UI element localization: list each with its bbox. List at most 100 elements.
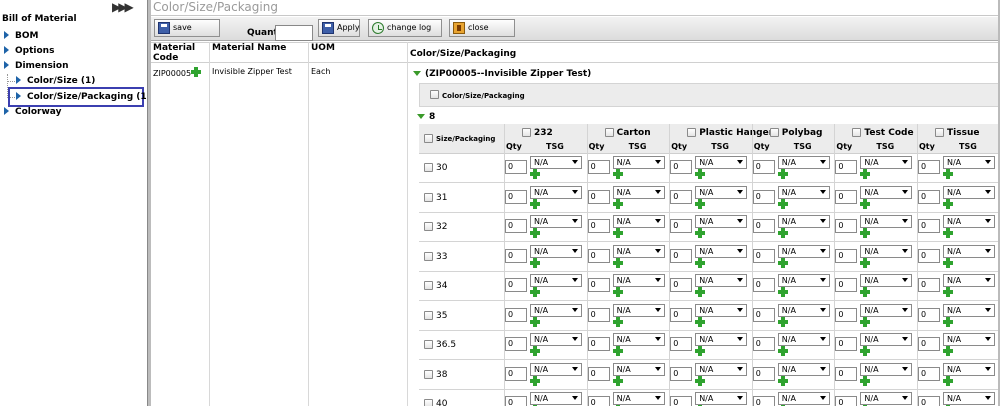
tsg-select[interactable]: N/A bbox=[612, 185, 665, 199]
add-plus-icon[interactable] bbox=[943, 316, 953, 327]
qty-input[interactable]: 0 bbox=[587, 396, 610, 406]
qty-input[interactable]: 0 bbox=[835, 278, 858, 292]
packaging-checkbox[interactable] bbox=[604, 128, 614, 137]
qty-input[interactable]: 0 bbox=[505, 337, 527, 351]
add-plus-icon[interactable] bbox=[530, 169, 540, 179]
tsg-select[interactable]: N/A bbox=[943, 156, 995, 169]
qty-input[interactable]: 0 bbox=[752, 307, 775, 322]
add-plus-icon[interactable] bbox=[860, 287, 871, 297]
qty-input[interactable]: 0 bbox=[587, 366, 610, 381]
add-plus-icon[interactable] bbox=[612, 228, 623, 238]
tsg-select[interactable]: N/A bbox=[612, 156, 665, 169]
qty-input[interactable]: 0 bbox=[918, 307, 940, 322]
packaging-checkbox[interactable] bbox=[687, 128, 697, 137]
add-plus-icon[interactable] bbox=[860, 316, 871, 327]
tsg-select[interactable]: N/A bbox=[943, 392, 995, 405]
tsg-select[interactable]: N/A bbox=[943, 274, 995, 287]
add-plus-icon[interactable] bbox=[695, 169, 706, 179]
add-plus-icon[interactable] bbox=[695, 375, 706, 386]
qty-input[interactable]: 0 bbox=[918, 219, 940, 233]
tsg-select[interactable]: N/A bbox=[860, 185, 913, 199]
qty-input[interactable]: 0 bbox=[670, 366, 693, 381]
tsg-select[interactable]: N/A bbox=[777, 303, 830, 317]
add-plus-icon[interactable] bbox=[612, 346, 623, 356]
tsg-select[interactable]: N/A bbox=[943, 215, 995, 228]
add-plus-icon[interactable] bbox=[191, 67, 202, 77]
tree-item-bom[interactable]: BOM bbox=[4, 29, 38, 43]
size-checkbox[interactable] bbox=[424, 251, 433, 261]
tsg-select[interactable]: N/A bbox=[612, 392, 665, 405]
qty-input[interactable]: 0 bbox=[505, 160, 527, 174]
expand-triangle-icon[interactable] bbox=[4, 61, 9, 69]
tsg-select[interactable]: N/A bbox=[530, 185, 582, 199]
size-checkbox[interactable] bbox=[424, 281, 433, 290]
select-all-checkbox[interactable] bbox=[430, 90, 439, 99]
size-checkbox[interactable] bbox=[424, 163, 433, 172]
tsg-select[interactable]: N/A bbox=[860, 392, 913, 405]
tsg-select[interactable]: N/A bbox=[695, 244, 748, 258]
add-plus-icon[interactable] bbox=[860, 257, 871, 268]
qty-input[interactable]: 0 bbox=[587, 278, 610, 292]
add-plus-icon[interactable] bbox=[695, 287, 706, 297]
qty-input[interactable]: 0 bbox=[670, 248, 693, 263]
qty-input[interactable]: 0 bbox=[835, 307, 858, 322]
add-plus-icon[interactable] bbox=[612, 257, 623, 268]
qty-input[interactable]: 0 bbox=[752, 160, 775, 174]
qty-input[interactable]: 0 bbox=[835, 219, 858, 233]
tsg-select[interactable]: N/A bbox=[943, 362, 995, 376]
tsg-select[interactable]: N/A bbox=[860, 333, 913, 346]
add-plus-icon[interactable] bbox=[777, 287, 788, 297]
add-plus-icon[interactable] bbox=[943, 346, 953, 356]
tsg-select[interactable]: N/A bbox=[695, 333, 748, 346]
tsg-select[interactable]: N/A bbox=[777, 362, 830, 376]
add-plus-icon[interactable] bbox=[530, 257, 540, 268]
add-plus-icon[interactable] bbox=[943, 375, 953, 386]
add-plus-icon[interactable] bbox=[530, 198, 540, 209]
qty-input[interactable]: 0 bbox=[670, 160, 693, 174]
add-plus-icon[interactable] bbox=[530, 228, 540, 238]
qty-input[interactable]: 0 bbox=[505, 396, 527, 406]
qty-input[interactable]: 0 bbox=[752, 219, 775, 233]
qty-input[interactable]: 0 bbox=[918, 337, 940, 351]
add-plus-icon[interactable] bbox=[777, 346, 788, 356]
qty-input[interactable]: 0 bbox=[918, 396, 940, 406]
tsg-select[interactable]: N/A bbox=[695, 392, 748, 405]
material-expander[interactable]: (ZIP00005--Invisible Zipper Test) bbox=[413, 69, 591, 79]
tsg-select[interactable]: N/A bbox=[612, 274, 665, 287]
qty-input[interactable]: 0 bbox=[835, 189, 858, 204]
tree-root-label[interactable]: Bill of Material bbox=[2, 14, 77, 24]
tsg-select[interactable]: N/A bbox=[530, 333, 582, 346]
tsg-select[interactable]: N/A bbox=[530, 274, 582, 287]
tsg-select[interactable]: N/A bbox=[860, 274, 913, 287]
tsg-select[interactable]: N/A bbox=[695, 303, 748, 317]
tree-item-color-size[interactable]: Color/Size (1) bbox=[16, 74, 95, 88]
qty-input[interactable]: 0 bbox=[587, 307, 610, 322]
qty-input[interactable]: 0 bbox=[587, 160, 610, 174]
tsg-select[interactable]: N/A bbox=[530, 303, 582, 317]
tree-item-dimension[interactable]: Dimension bbox=[4, 59, 68, 73]
tsg-select[interactable]: N/A bbox=[612, 333, 665, 346]
add-plus-icon[interactable] bbox=[695, 346, 706, 356]
add-plus-icon[interactable] bbox=[695, 228, 706, 238]
qty-input[interactable]: 0 bbox=[752, 366, 775, 381]
add-plus-icon[interactable] bbox=[860, 228, 871, 238]
tsg-select[interactable]: N/A bbox=[612, 244, 665, 258]
qty-input[interactable]: 0 bbox=[835, 366, 858, 381]
collapse-arrows-icon[interactable]: ▶▶▶ bbox=[112, 0, 134, 14]
add-plus-icon[interactable] bbox=[530, 316, 540, 327]
packaging-header[interactable]: Polybag bbox=[769, 128, 823, 138]
tsg-select[interactable]: N/A bbox=[612, 215, 665, 228]
qty-input[interactable]: 0 bbox=[752, 278, 775, 292]
tsg-select[interactable]: N/A bbox=[777, 244, 830, 258]
size-checkbox[interactable] bbox=[424, 369, 433, 379]
qty-input[interactable]: 0 bbox=[587, 248, 610, 263]
tsg-select[interactable]: N/A bbox=[777, 215, 830, 228]
qty-input[interactable]: 0 bbox=[752, 248, 775, 263]
qty-input[interactable]: 0 bbox=[670, 189, 693, 204]
add-plus-icon[interactable] bbox=[943, 169, 953, 179]
qty-input[interactable]: 0 bbox=[918, 248, 940, 263]
change-log-button[interactable]: change log bbox=[368, 19, 442, 37]
collapse-triangle-icon[interactable] bbox=[413, 71, 421, 76]
qty-input[interactable]: 0 bbox=[670, 278, 693, 292]
qty-input[interactable]: 0 bbox=[918, 366, 940, 381]
